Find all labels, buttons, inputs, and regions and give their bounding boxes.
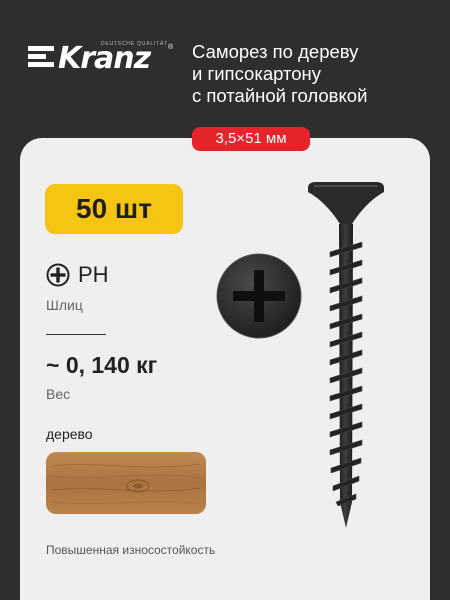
title-line: и гипсокартону bbox=[192, 63, 322, 84]
title-line: Саморез по дереву bbox=[192, 41, 359, 62]
quantity-badge: 50 шт bbox=[45, 184, 183, 234]
brand-logo: Kranz DEUTSCHE QUALITÄT ® bbox=[28, 41, 178, 76]
slot-label: Шлиц bbox=[46, 297, 83, 313]
phillips-icon bbox=[46, 263, 70, 287]
slot-type: PH bbox=[78, 262, 109, 287]
brand-tagline: DEUTSCHE QUALITÄT bbox=[101, 41, 168, 47]
weight-value: ~ 0, 140 кг bbox=[46, 352, 158, 378]
screw-illustration bbox=[308, 182, 384, 528]
logo-stripes-icon bbox=[28, 46, 54, 72]
size-badge: 3,5×51 мм bbox=[192, 127, 310, 151]
phillips-head-icon bbox=[216, 253, 302, 339]
product-title: Саморез по дереву и гипсокартону с потай… bbox=[192, 41, 442, 107]
slot-type-row: PH bbox=[46, 262, 109, 288]
divider bbox=[46, 334, 106, 335]
title-line: с потайной головкой bbox=[192, 85, 368, 106]
registered-mark: ® bbox=[168, 44, 174, 51]
feature-text: Повышенная износостойкость bbox=[46, 543, 216, 557]
weight-label: Вес bbox=[46, 386, 71, 402]
wood-texture-swatch bbox=[46, 452, 206, 514]
brand-name: Kranz bbox=[58, 41, 151, 76]
material-label: дерево bbox=[46, 426, 93, 442]
